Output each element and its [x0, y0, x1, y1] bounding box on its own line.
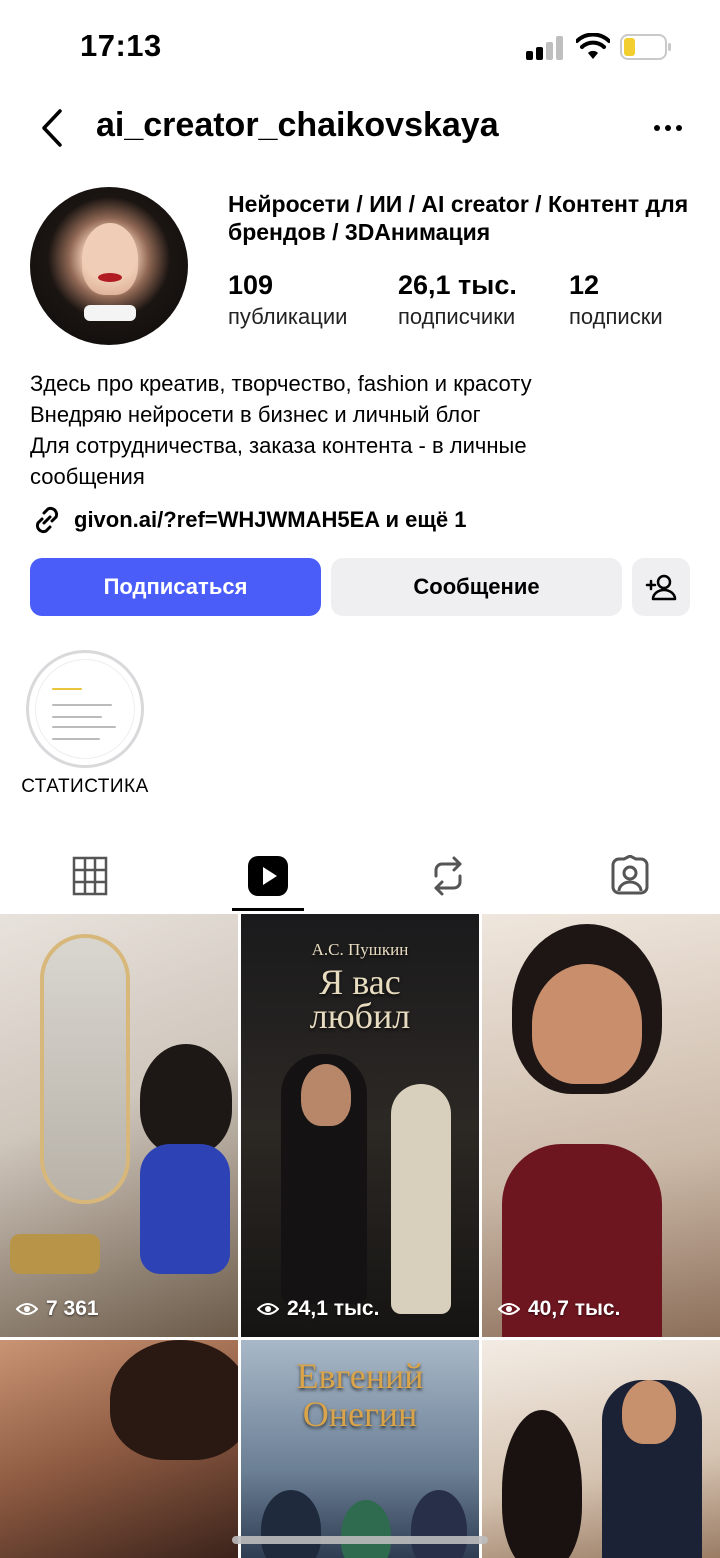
- following-label: подписки: [569, 304, 663, 329]
- display-name: Нейросети / ИИ / AI creator / Контент дл…: [228, 191, 689, 245]
- reel-title-line: Евгений: [296, 1356, 424, 1396]
- home-indicator: [232, 1536, 488, 1544]
- reel-thumbnail[interactable]: А.С. Пушкин Я вас любил 24,1 тыс.: [241, 914, 479, 1337]
- reel-title-line: Я вас: [319, 962, 401, 1002]
- bio-line: Здесь про креатив, творчество, fashion и…: [30, 371, 532, 396]
- posts-stat[interactable]: 109 публикации: [228, 268, 347, 332]
- tab-reposts[interactable]: [358, 840, 538, 912]
- reels-grid: 7 361 А.С. Пушкин Я вас любил 24,1 тыс. …: [0, 914, 720, 1558]
- highlight-label: СТАТИСТИКА: [21, 776, 149, 797]
- bio-line: Для сотрудничества, заказа контента - в …: [30, 433, 527, 489]
- avatar[interactable]: [30, 187, 188, 345]
- highlight-cover: [35, 659, 135, 759]
- grid-icon: [72, 856, 108, 896]
- followers-count: 26,1 тыс.: [398, 270, 517, 300]
- following-stat[interactable]: 12 подписки: [569, 268, 663, 332]
- back-button[interactable]: [30, 104, 74, 152]
- cellular-signal-icon: [526, 36, 564, 60]
- reel-title-line: любил: [309, 996, 411, 1036]
- more-dots-icon: [654, 125, 660, 131]
- profile-tabs: [0, 840, 720, 912]
- status-bar: 17:13: [0, 0, 720, 96]
- view-count: 40,7 тыс.: [498, 1297, 620, 1321]
- reel-thumbnail[interactable]: 7 361: [0, 914, 238, 1337]
- view-count-text: 7 361: [46, 1297, 99, 1320]
- suggested-users-button[interactable]: [632, 558, 690, 616]
- reels-icon: [248, 856, 288, 896]
- bio-line: Внедряю нейросети в бизнес и личный блог: [30, 402, 481, 427]
- reposts-icon: [434, 856, 462, 896]
- more-options-button[interactable]: [646, 110, 690, 146]
- posts-label: публикации: [228, 304, 348, 329]
- bio-link-text[interactable]: givon.ai/?ref=WHJWMAH5EA и ещё 1: [74, 507, 467, 533]
- message-button[interactable]: Сообщение: [331, 558, 622, 616]
- profile-bio: Здесь про креатив, творчество, fashion и…: [30, 368, 700, 492]
- battery-icon: [620, 34, 671, 60]
- chevron-left-icon: [42, 109, 62, 147]
- add-user-icon: [645, 574, 677, 601]
- reel-author-text: А.С. Пушкин: [311, 940, 409, 959]
- tab-posts[interactable]: [0, 840, 180, 912]
- view-count-text: 24,1 тыс.: [287, 1297, 380, 1320]
- reel-thumbnail[interactable]: [0, 1340, 238, 1558]
- following-count: 12: [569, 270, 600, 300]
- view-count: 24,1 тыс.: [257, 1297, 379, 1321]
- reel-title-line: Онегин: [302, 1394, 418, 1434]
- followers-stat[interactable]: 26,1 тыс. подписчики: [398, 268, 517, 332]
- link-icon: [35, 506, 59, 534]
- posts-count: 109: [228, 270, 274, 300]
- view-count: 7 361: [16, 1297, 99, 1321]
- story-highlight[interactable]: [26, 650, 144, 768]
- eye-icon: [498, 1303, 520, 1315]
- reel-thumbnail[interactable]: 40,7 тыс.: [482, 914, 720, 1337]
- profile-username: ai_creator_chaikovskaya: [96, 106, 499, 144]
- followers-label: подписчики: [398, 304, 516, 329]
- tab-reels[interactable]: [178, 840, 358, 912]
- wifi-icon: [576, 33, 610, 59]
- eye-icon: [16, 1303, 38, 1315]
- status-time: 17:13: [80, 28, 162, 63]
- active-tab-indicator: [232, 908, 304, 911]
- eye-icon: [257, 1303, 279, 1315]
- tagged-icon: [611, 855, 649, 895]
- tab-tagged[interactable]: [540, 840, 720, 912]
- view-count-text: 40,7 тыс.: [528, 1297, 621, 1320]
- reel-thumbnail[interactable]: Евгений Онегин: [241, 1340, 479, 1558]
- profile-header: ai_creator_chaikovskaya: [0, 96, 720, 160]
- bio-link[interactable]: givon.ai/?ref=WHJWMAH5EA и ещё 1: [30, 502, 467, 538]
- follow-button[interactable]: Подписаться: [30, 558, 321, 616]
- reel-thumbnail[interactable]: [482, 1340, 720, 1558]
